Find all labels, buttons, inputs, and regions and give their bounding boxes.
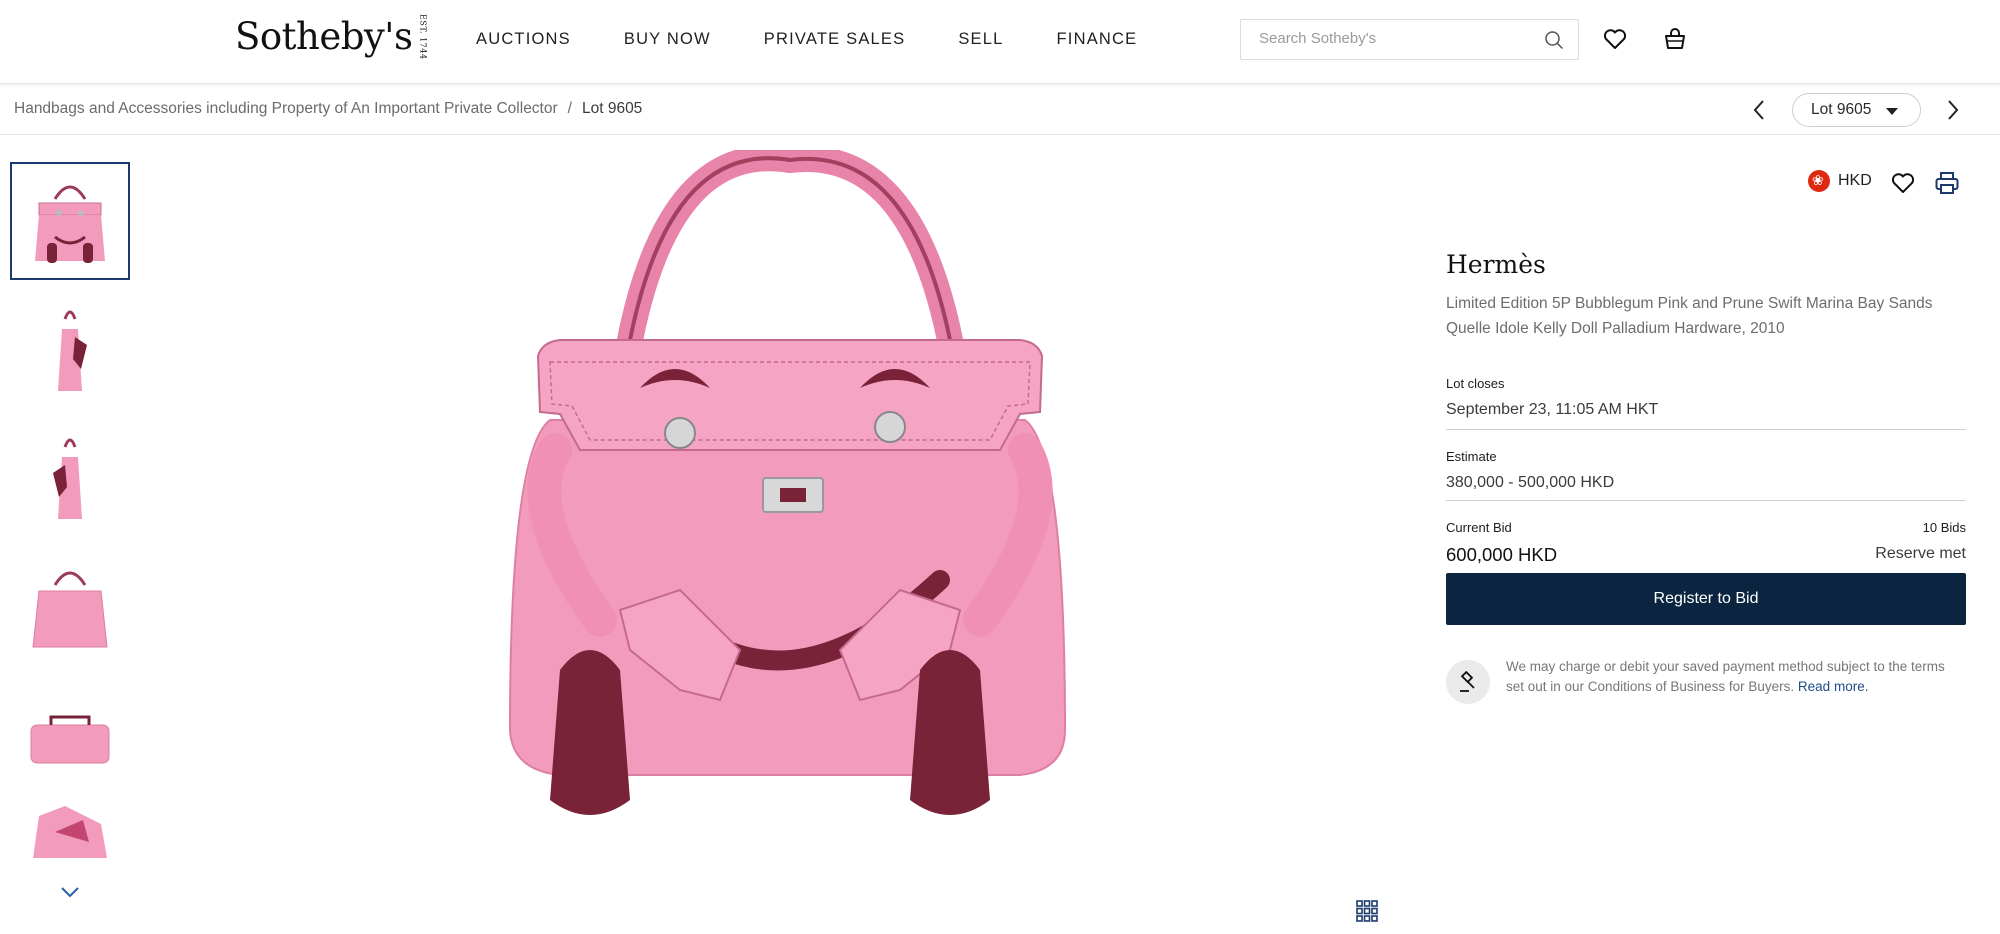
lot-description: Limited Edition 5P Bubblegum Pink and Pr…: [1446, 295, 1933, 337]
thumbnail-side-right-image: [53, 438, 82, 519]
currency-label: HKD: [1838, 172, 1872, 189]
next-lot-chevron-right-icon[interactable]: [1940, 97, 1964, 123]
register-to-bid-button[interactable]: Register to Bid: [1446, 573, 1966, 625]
search-input[interactable]: [1259, 30, 1529, 47]
shopping-bag-icon[interactable]: [1662, 26, 1688, 52]
gavel-icon: [1460, 671, 1475, 692]
breadcrumb-bar: Handbags and Accessories including Prope…: [0, 85, 2000, 135]
read-more-link[interactable]: Read more.: [1798, 679, 1869, 694]
site-header: Sotheby's EST. 1744 AUCTIONS BUY NOW PRI…: [0, 0, 2000, 84]
reserve-status: Reserve met: [1875, 545, 1966, 562]
save-lot-heart-icon[interactable]: [1890, 170, 1916, 196]
lot-details-panel: Hermès Limited Edition 5P Bubblegum Pink…: [1446, 250, 1966, 704]
nav-finance[interactable]: FINANCE: [1057, 30, 1138, 49]
thumbnail-back[interactable]: [10, 546, 130, 664]
gavel-icon-badge: [1446, 660, 1490, 704]
bids-count[interactable]: 10 Bids: [1875, 520, 1966, 535]
thumbnail-interior[interactable]: [10, 802, 130, 858]
print-icon[interactable]: [1934, 170, 1960, 196]
sothebys-logo[interactable]: Sotheby's EST. 1744: [235, 14, 428, 60]
nav-buy-now[interactable]: BUY NOW: [624, 30, 711, 49]
divider: [1446, 429, 1966, 430]
estimate-block: Estimate 380,000 - 500,000 HKD: [1446, 449, 1614, 492]
payment-notice-text: We may charge or debit your saved paymen…: [1506, 659, 1945, 694]
thumbnail-side-right[interactable]: [10, 418, 130, 536]
hong-kong-flag-icon: [1808, 170, 1830, 192]
main-nav: AUCTIONS BUY NOW PRIVATE SALES SELL FINA…: [476, 30, 1190, 49]
breadcrumb-sale-link[interactable]: Handbags and Accessories including Prope…: [14, 100, 558, 117]
bids-info: 10 Bids Reserve met: [1875, 520, 1966, 563]
lot-selector-dropdown[interactable]: Lot 9605: [1792, 93, 1921, 127]
estimate-value: 380,000 - 500,000 HKD: [1446, 474, 1615, 491]
logo-est: EST. 1744: [418, 14, 428, 60]
lot-closes-value: September 23, 11:05 AM HKT: [1446, 401, 1659, 418]
favorites-heart-icon[interactable]: [1602, 26, 1628, 52]
nav-private-sales[interactable]: PRIVATE SALES: [764, 30, 906, 49]
thumbnail-bottom-image: [30, 715, 110, 764]
nav-sell[interactable]: SELL: [958, 30, 1003, 49]
payment-notice: We may charge or debit your saved paymen…: [1506, 657, 1966, 697]
currency-selector[interactable]: HKD: [1808, 170, 1872, 192]
current-bid-label: Current Bid: [1446, 520, 1512, 535]
thumbnail-side-left-image: [58, 310, 87, 391]
lot-brand-title: Hermès: [1446, 250, 1546, 279]
gallery-grid-icon[interactable]: [1356, 900, 1378, 922]
lot-selector-label: Lot 9605: [1811, 101, 1872, 118]
current-bid-block: Current Bid 600,000 HKD: [1446, 520, 1557, 566]
thumbnail-front[interactable]: [10, 162, 130, 280]
previous-lot-chevron-left-icon[interactable]: [1748, 97, 1772, 123]
main-product-image[interactable]: [480, 150, 1100, 830]
thumbnail-front-image: [35, 185, 105, 263]
lot-closes-label: Lot closes: [1446, 376, 1505, 391]
breadcrumb: Handbags and Accessories including Prope…: [14, 100, 642, 118]
current-bid-value: 600,000 HKD: [1446, 544, 1558, 565]
breadcrumb-separator: /: [567, 100, 572, 117]
nav-auctions[interactable]: AUCTIONS: [476, 30, 571, 49]
caret-down-icon: [1886, 108, 1898, 115]
search-box: [1240, 19, 1579, 60]
thumbnails-scroll-down-chevron-icon[interactable]: [58, 884, 82, 900]
thumbnail-bottom[interactable]: [10, 674, 130, 792]
logo-wordmark: Sotheby's: [235, 15, 413, 59]
thumbnail-back-image: [32, 571, 108, 648]
thumbnail-interior-image: [33, 806, 107, 858]
lot-closes-block: Lot closes September 23, 11:05 AM HKT: [1446, 376, 1658, 419]
thumbnail-side-left[interactable]: [10, 290, 130, 408]
search-icon[interactable]: [1544, 30, 1564, 50]
divider: [1446, 500, 1966, 501]
estimate-label: Estimate: [1446, 449, 1497, 464]
breadcrumb-current: Lot 9605: [581, 100, 643, 117]
